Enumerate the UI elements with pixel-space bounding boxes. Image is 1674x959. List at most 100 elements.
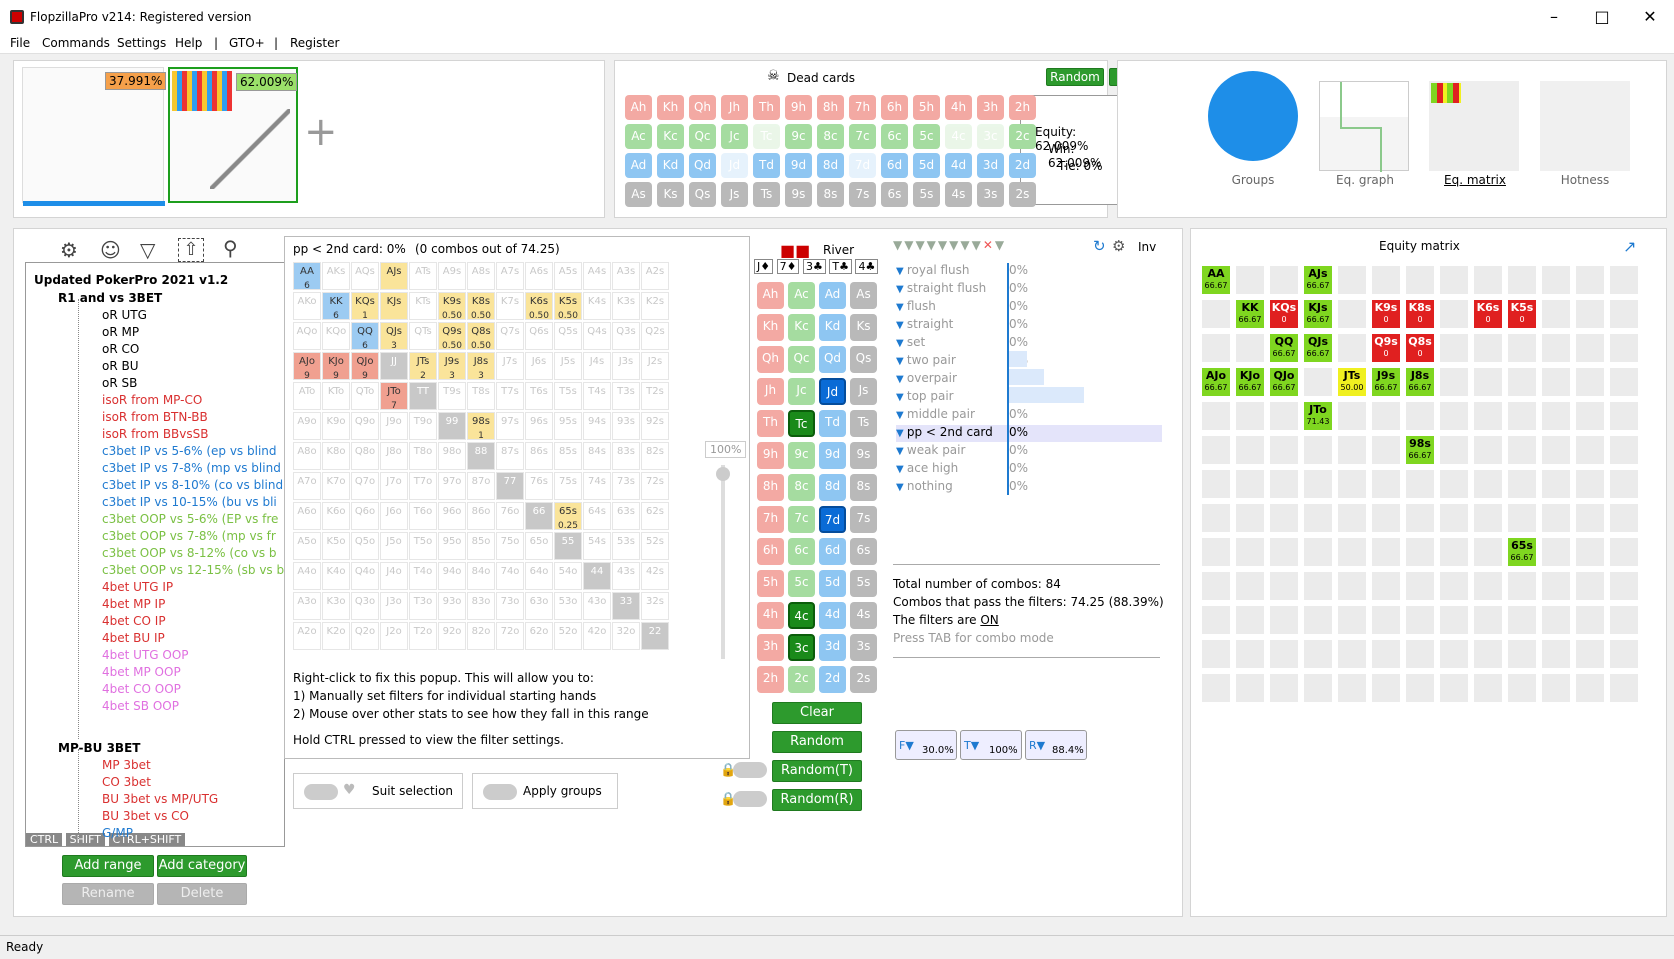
eq-matrix-cell[interactable] xyxy=(1235,503,1265,533)
tree-range-item[interactable]: oR SB xyxy=(102,376,137,390)
eq-matrix-cell[interactable] xyxy=(1405,503,1435,533)
tree-range-item[interactable]: c3bet IP vs 5-6% (ep vs blind xyxy=(102,444,277,458)
hand-cell[interactable]: 74o xyxy=(496,562,524,590)
filter-row[interactable]: ▼ set 0% xyxy=(896,335,1162,352)
eq-matrix-cell[interactable]: AJs 66.67 xyxy=(1303,265,1333,295)
hand-cell[interactable]: 73o xyxy=(496,592,524,620)
board-card-7h[interactable]: 7h xyxy=(757,506,784,533)
hand-cell[interactable]: 42s xyxy=(641,562,669,590)
funnel-icon[interactable]: ▼ xyxy=(896,302,907,313)
filter-row[interactable]: ▼ ace high 0% xyxy=(896,461,1162,478)
add-category-button[interactable]: Add category xyxy=(157,855,247,877)
board-card-6h[interactable]: 6h xyxy=(757,538,784,565)
eq-matrix-cell[interactable] xyxy=(1439,435,1469,465)
board-card-2c[interactable]: 2c xyxy=(788,666,815,693)
hand-cell[interactable]: KJs xyxy=(380,292,408,320)
dead-card-qh[interactable]: Qh xyxy=(689,95,716,120)
board-card-6d[interactable]: 6d xyxy=(819,538,846,565)
hand-cell[interactable]: TT xyxy=(409,382,437,410)
eq-matrix-cell[interactable] xyxy=(1541,401,1571,431)
board-slot-4[interactable]: T♣ xyxy=(829,259,852,274)
hand-cell[interactable]: T2s xyxy=(641,382,669,410)
eq-matrix-cell[interactable] xyxy=(1609,265,1639,295)
eq-matrix-cell[interactable]: JTo 71.43 xyxy=(1303,401,1333,431)
eq-matrix-cell[interactable] xyxy=(1541,265,1571,295)
hand-cell[interactable]: 96s xyxy=(525,412,553,440)
eq-matrix-cell[interactable] xyxy=(1575,333,1605,363)
hand-cell[interactable]: 55 xyxy=(554,532,582,560)
eq-matrix-cell[interactable]: J9s 66.67 xyxy=(1371,367,1401,397)
tree-range-item[interactable]: oR BU xyxy=(102,359,139,373)
hand-cell[interactable]: AKo xyxy=(293,292,321,320)
filter-row[interactable]: ▼ flush 0% xyxy=(896,299,1162,316)
eq-matrix-cell[interactable] xyxy=(1201,537,1231,567)
eq-matrix-cell[interactable] xyxy=(1507,639,1537,669)
board-card-2d[interactable]: 2d xyxy=(819,666,846,693)
hand-cell[interactable]: QQ 6 xyxy=(351,322,379,351)
delete-button[interactable]: Delete xyxy=(157,883,247,905)
hand-cell[interactable]: K7s xyxy=(496,292,524,320)
hand-cell[interactable]: Q4s xyxy=(583,322,611,350)
eq-matrix-cell[interactable] xyxy=(1439,469,1469,499)
hand-cell[interactable]: K8s 0.50 xyxy=(467,292,495,321)
eq-matrix-cell[interactable] xyxy=(1235,537,1265,567)
hand-cell[interactable]: J3o xyxy=(380,592,408,620)
hand-cell[interactable]: AKs xyxy=(322,262,350,290)
eq-matrix-cell[interactable]: K6s 0 xyxy=(1473,299,1503,329)
eq-matrix-cell[interactable] xyxy=(1541,537,1571,567)
dead-card-4c[interactable]: 4c xyxy=(945,124,972,149)
hand-cell[interactable]: T6o xyxy=(409,502,437,530)
hand-cell[interactable]: 32s xyxy=(641,592,669,620)
eq-matrix-cell[interactable] xyxy=(1405,639,1435,669)
hotness-thumbnail[interactable] xyxy=(1540,81,1630,171)
hand-cell[interactable]: T2o xyxy=(409,622,437,650)
funnel-icon[interactable]: ▼ xyxy=(896,266,907,277)
hand-cell[interactable]: A9s xyxy=(438,262,466,290)
export-icon[interactable]: ⇧ xyxy=(178,238,204,262)
dead-card-qs[interactable]: Qs xyxy=(689,182,716,207)
board-card-5d[interactable]: 5d xyxy=(819,570,846,597)
hand-cell[interactable]: 72o xyxy=(496,622,524,650)
hand-cell[interactable]: K2s xyxy=(641,292,669,320)
hand-cell[interactable]: KJo 9 xyxy=(322,352,350,381)
filter-name[interactable]: ace high xyxy=(907,461,958,475)
board-card-8c[interactable]: 8c xyxy=(788,474,815,501)
dead-card-ah[interactable]: Ah xyxy=(625,95,652,120)
board-card-kh[interactable]: Kh xyxy=(757,314,784,341)
eq-matrix-cell[interactable] xyxy=(1405,469,1435,499)
hand-cell[interactable]: AA 6 xyxy=(293,262,321,291)
groups-pie-chart[interactable] xyxy=(1208,71,1298,161)
hand-cell[interactable]: 42o xyxy=(583,622,611,650)
dead-card-4d[interactable]: 4d xyxy=(945,153,972,178)
eq-matrix-cell[interactable] xyxy=(1575,435,1605,465)
hand-cell[interactable]: J5s xyxy=(554,352,582,380)
hand-cell[interactable]: T8o xyxy=(409,442,437,470)
board-card-js[interactable]: Js xyxy=(850,378,877,405)
filter-row[interactable]: ▼ royal flush 0% xyxy=(896,263,1162,280)
eq-matrix-cell[interactable] xyxy=(1473,639,1503,669)
eq-matrix-cell[interactable] xyxy=(1371,605,1401,635)
eq-matrix-cell[interactable] xyxy=(1541,367,1571,397)
eq-matrix-cell[interactable] xyxy=(1473,571,1503,601)
hand-cell[interactable]: 76s xyxy=(525,472,553,500)
board-card-jd[interactable]: Jd xyxy=(819,378,846,405)
hand-cell[interactable]: K3o xyxy=(322,592,350,620)
eq-matrix-cell[interactable] xyxy=(1439,333,1469,363)
hand-cell[interactable]: Q6s xyxy=(525,322,553,350)
eq-matrix-cell[interactable] xyxy=(1405,265,1435,295)
filter-name[interactable]: straight xyxy=(907,317,954,331)
filter-row[interactable]: ▼ straight flush 0% xyxy=(896,281,1162,298)
hand-cell[interactable]: 52s xyxy=(641,532,669,560)
eq-matrix-cell[interactable] xyxy=(1337,435,1367,465)
hand-cell[interactable]: Q3s xyxy=(612,322,640,350)
dead-card-3c[interactable]: 3c xyxy=(977,124,1004,149)
dead-card-8s[interactable]: 8s xyxy=(817,182,844,207)
lock-river-switch[interactable] xyxy=(733,791,767,807)
hand-cell[interactable]: Q8o xyxy=(351,442,379,470)
hand-cell[interactable]: AQs xyxy=(351,262,379,290)
eq-matrix-cell[interactable] xyxy=(1235,605,1265,635)
board-card-jc[interactable]: Jc xyxy=(788,378,815,405)
eq-matrix-cell[interactable] xyxy=(1371,435,1401,465)
eq-matrix-cell[interactable]: KQs 0 xyxy=(1269,299,1299,329)
dead-card-qc[interactable]: Qc xyxy=(689,124,716,149)
